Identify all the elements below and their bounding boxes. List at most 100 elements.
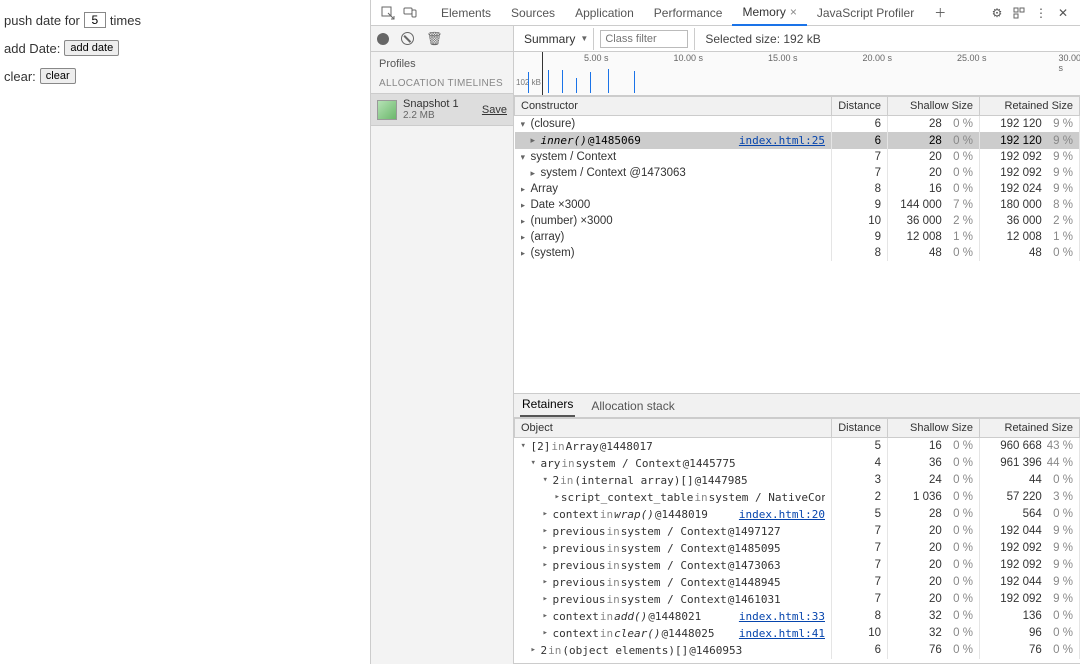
expander-icon[interactable]: ▸: [543, 611, 552, 621]
expander-icon[interactable]: ▾: [531, 458, 540, 468]
allocation-timeline[interactable]: 5.00 s10.00 s15.00 s20.00 s25.00 s30.00 …: [514, 52, 1080, 96]
tab-application[interactable]: Application: [565, 0, 644, 26]
retainer-row[interactable]: ▸previous in system / Context @146103172…: [515, 591, 1080, 608]
push-times-input[interactable]: [84, 12, 106, 28]
retainer-row[interactable]: ▸context in add() @1448021index.html:338…: [515, 608, 1080, 625]
ret-col-shallow[interactable]: Shallow Size: [888, 418, 980, 437]
col-constructor[interactable]: Constructor: [515, 97, 832, 116]
retainer-row[interactable]: ▾2 in (internal array)[] @1447985324 0 %…: [515, 472, 1080, 489]
expander-icon[interactable]: ▸: [543, 543, 552, 553]
expander-icon[interactable]: ▸: [521, 248, 530, 259]
retainer-row[interactable]: ▾[2] in Array @1448017516 0 %960 668 43 …: [515, 437, 1080, 455]
tab-retainers[interactable]: Retainers: [520, 393, 575, 417]
ret-col-distance[interactable]: Distance: [832, 418, 888, 437]
profiles-sidebar: Profiles ALLOCATION TIMELINES Snapshot 1…: [371, 26, 514, 664]
retainer-row[interactable]: ▸previous in system / Context @148509572…: [515, 540, 1080, 557]
class-filter-input[interactable]: [600, 30, 688, 48]
col-retained[interactable]: Retained Size: [980, 97, 1080, 116]
expander-icon[interactable]: ▸: [555, 492, 560, 502]
delete-icon[interactable]: [426, 31, 443, 47]
source-link[interactable]: index.html:20: [739, 508, 825, 521]
push-label-b: times: [110, 13, 141, 28]
clear-button[interactable]: clear: [40, 68, 76, 84]
retainer-row[interactable]: ▸previous in system / Context @147306372…: [515, 557, 1080, 574]
col-distance[interactable]: Distance: [832, 97, 888, 116]
close-tab-icon[interactable]: ×: [790, 5, 797, 19]
expander-icon[interactable]: ▾: [543, 475, 552, 485]
retainer-row[interactable]: ▸context in wrap() @1448019index.html:20…: [515, 506, 1080, 523]
expander-icon[interactable]: ▾: [521, 441, 530, 451]
timeline-bar: [562, 70, 563, 93]
expander-icon[interactable]: ▸: [543, 526, 552, 536]
constructor-row[interactable]: ▸system / Context @1473063720 0 %192 092…: [515, 165, 1080, 181]
source-link[interactable]: index.html:33: [739, 610, 825, 623]
expander-icon[interactable]: ▸: [543, 594, 552, 604]
constructors-table: Constructor Distance Shallow Size Retain…: [514, 96, 1080, 261]
source-link[interactable]: index.html:25: [739, 134, 825, 147]
constructor-row[interactable]: ▾(closure)628 0 %192 120 9 %: [515, 116, 1080, 133]
tab-sources[interactable]: Sources: [501, 0, 565, 26]
timeline-bar: [548, 70, 549, 93]
tab-performance[interactable]: Performance: [644, 0, 733, 26]
expander-icon[interactable]: ▸: [531, 645, 540, 655]
constructor-row[interactable]: ▸inner() @1485069index.html:25628 0 %192…: [515, 132, 1080, 149]
clear-label: clear:: [4, 69, 36, 84]
expander-icon[interactable]: ▸: [531, 168, 540, 179]
lower-tabs: Retainers Allocation stack: [514, 394, 1080, 418]
allocation-timelines-heading: ALLOCATION TIMELINES: [371, 74, 513, 93]
inspect-icon[interactable]: [377, 2, 399, 24]
expander-icon[interactable]: ▸: [531, 135, 540, 146]
record-icon[interactable]: [377, 33, 389, 45]
retainer-row[interactable]: ▾ary in system / Context @1445775436 0 %…: [515, 455, 1080, 472]
expander-icon[interactable]: ▸: [543, 577, 552, 587]
timeline-tick: 25.00 s: [957, 53, 987, 63]
constructor-row[interactable]: ▸(number) ×30001036 000 2 %36 000 2 %: [515, 213, 1080, 229]
timeline-cursor[interactable]: [542, 52, 543, 95]
col-shallow[interactable]: Shallow Size: [888, 97, 980, 116]
tab-elements[interactable]: Elements: [431, 0, 501, 26]
expander-icon[interactable]: ▸: [521, 216, 530, 227]
expander-icon[interactable]: ▾: [521, 119, 530, 130]
constructor-row[interactable]: ▸(system)848 0 %48 0 %: [515, 245, 1080, 261]
more-icon[interactable]: ⋮: [1030, 2, 1052, 24]
timeline-tick: 10.00 s: [673, 53, 703, 63]
expander-icon[interactable]: ▸: [543, 560, 552, 570]
expander-icon[interactable]: ▸: [521, 200, 530, 211]
ret-col-retained[interactable]: Retained Size: [980, 418, 1080, 437]
retainer-row[interactable]: ▸2 in (object elements)[] @1460953676 0 …: [515, 642, 1080, 659]
demo-page: push date for times add Date: add date c…: [0, 0, 370, 664]
timeline-tick: 5.00 s: [584, 53, 609, 63]
summary-mode-select[interactable]: Summary: [514, 28, 594, 50]
retainer-row[interactable]: ▸previous in system / Context @149712772…: [515, 523, 1080, 540]
source-link[interactable]: index.html:41: [739, 627, 825, 640]
customize-icon[interactable]: [1008, 2, 1030, 24]
retainer-row[interactable]: ▸script_context_table in system / Native…: [515, 489, 1080, 506]
settings-icon[interactable]: ⚙: [986, 2, 1008, 24]
retainer-row[interactable]: ▸context in clear() @1448025index.html:4…: [515, 625, 1080, 642]
close-icon[interactable]: ✕: [1052, 2, 1074, 24]
constructor-row[interactable]: ▸(array)912 008 1 %12 008 1 %: [515, 229, 1080, 245]
snapshot-save-link[interactable]: Save: [482, 104, 507, 116]
expander-icon[interactable]: ▾: [521, 152, 530, 163]
constructor-row[interactable]: ▸Array816 0 %192 024 9 %: [515, 181, 1080, 197]
memory-main: Summary Selected size: 192 kB 5.00 s10.0…: [514, 26, 1080, 664]
expander-icon[interactable]: ▸: [521, 184, 530, 195]
device-icon[interactable]: [399, 2, 421, 24]
constructor-row[interactable]: ▸Date ×30009144 000 7 %180 000 8 %: [515, 197, 1080, 213]
ret-col-object[interactable]: Object: [515, 418, 832, 437]
expander-icon[interactable]: ▸: [543, 509, 552, 519]
clear-profiles-icon[interactable]: [401, 32, 414, 45]
retainers-table: Object Distance Shallow Size Retained Si…: [514, 418, 1080, 659]
constructor-row[interactable]: ▾system / Context720 0 %192 092 9 %: [515, 149, 1080, 165]
add-date-button[interactable]: add date: [64, 40, 119, 56]
timeline-bar: [528, 72, 529, 93]
retainer-row[interactable]: ▸previous in system / Context @144894572…: [515, 574, 1080, 591]
tab-allocation-stack[interactable]: Allocation stack: [589, 395, 676, 417]
expander-icon[interactable]: ▸: [521, 232, 530, 243]
tab-javascript-profiler[interactable]: JavaScript Profiler: [807, 0, 924, 26]
devtools-tabs: ElementsSourcesApplicationPerformanceMem…: [371, 0, 1080, 26]
expander-icon[interactable]: ▸: [543, 628, 552, 638]
snapshot-item[interactable]: Snapshot 1 2.2 MB Save: [371, 93, 513, 126]
add-tab-icon[interactable]: ＋: [924, 0, 956, 26]
tab-memory[interactable]: Memory×: [732, 0, 806, 26]
